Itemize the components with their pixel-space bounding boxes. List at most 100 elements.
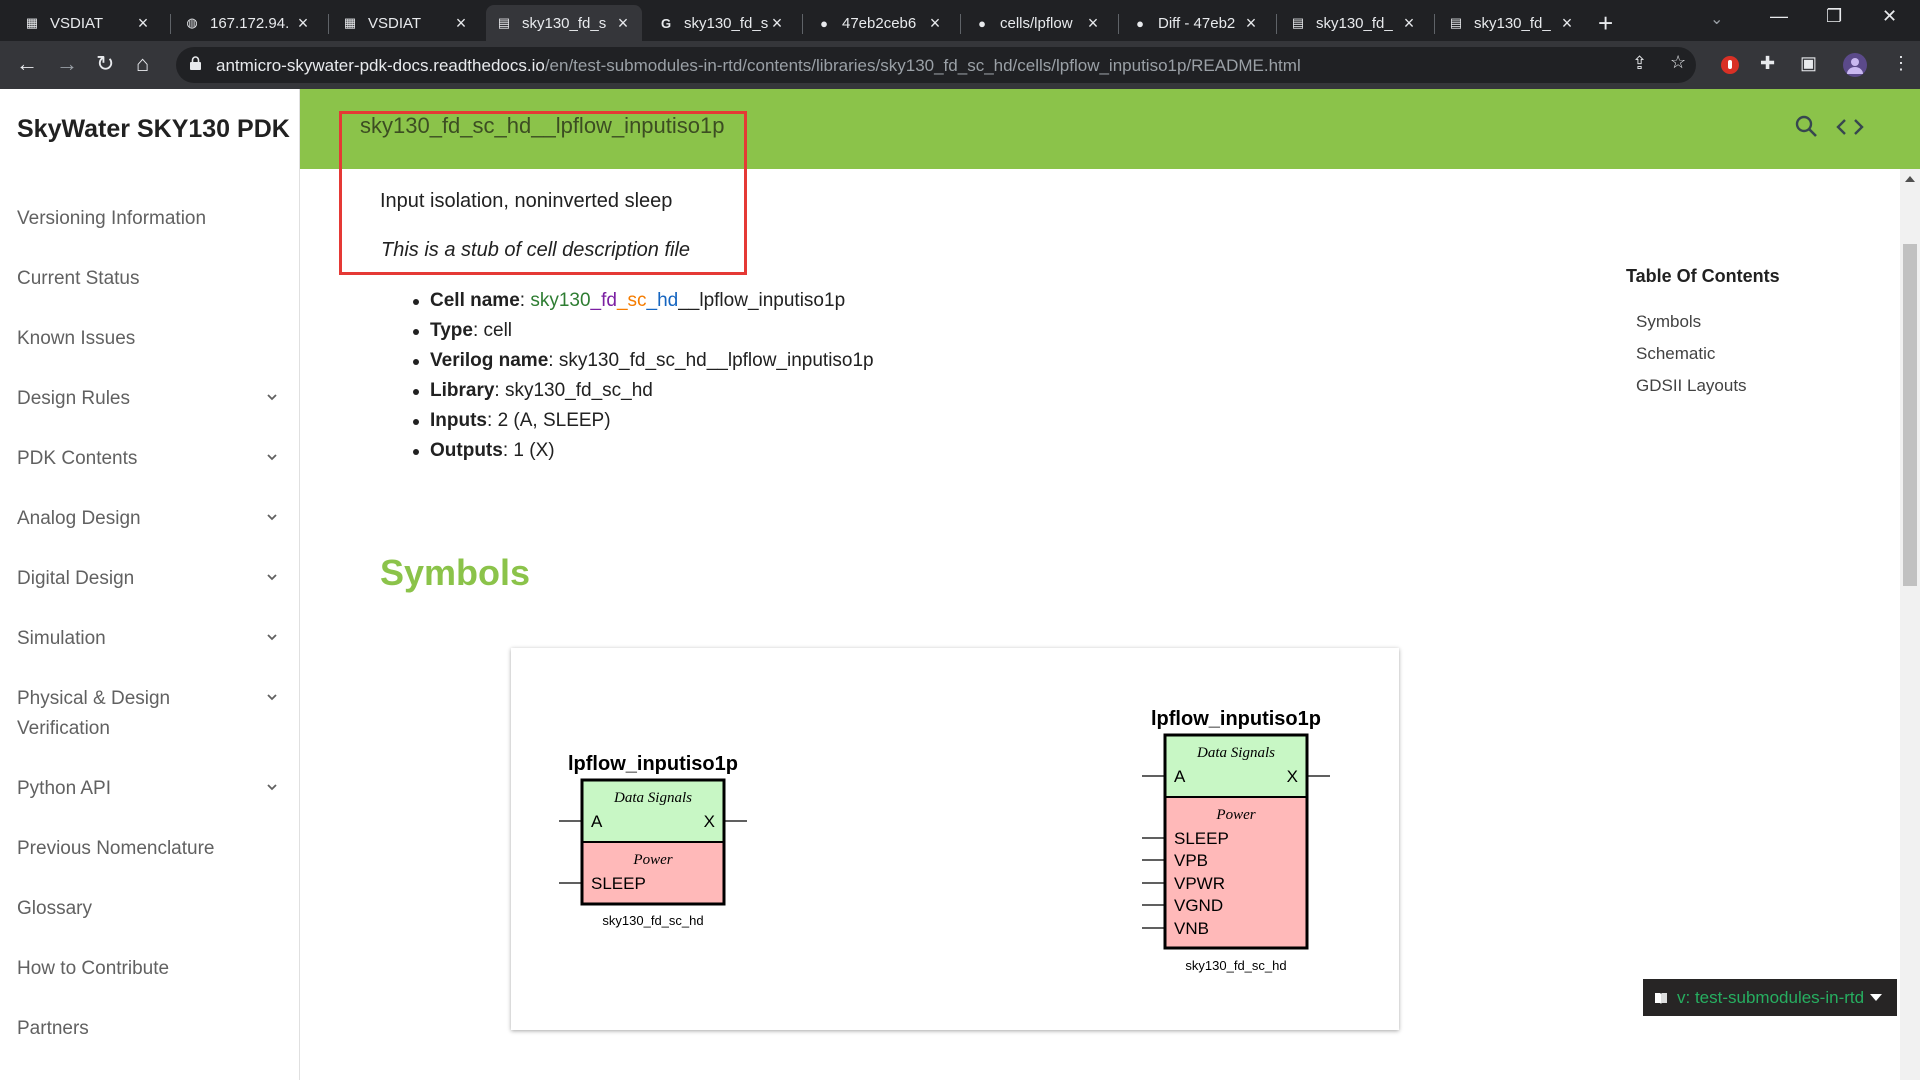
close-tab-icon[interactable]: × — [452, 13, 470, 34]
chevron-down-icon[interactable] — [267, 632, 277, 642]
browser-tab[interactable]: ● 47eb2ceb6 × — [806, 5, 954, 41]
tab-divider — [1118, 14, 1119, 34]
chevron-down-icon[interactable] — [267, 452, 277, 462]
sidebar-item-pdk-contents[interactable]: PDK Contents — [17, 444, 277, 474]
property-value: sky130_fd_sc_hd — [504, 380, 653, 401]
bookmark-star-icon[interactable]: ☆ — [1670, 52, 1686, 73]
sidebar-item-label: Partners — [17, 1018, 89, 1039]
chevron-down-icon[interactable] — [267, 572, 277, 582]
back-arrow-icon[interactable]: ← — [16, 51, 38, 77]
tab-divider — [328, 14, 329, 34]
list-item: Inputs: 2 (A, SLEEP) — [410, 407, 874, 437]
profile-avatar-icon[interactable] — [1842, 52, 1868, 78]
tab-title: 167.172.94. — [210, 14, 290, 32]
close-tab-icon[interactable]: × — [926, 13, 944, 34]
sidebar-item-python-api[interactable]: Python API — [17, 774, 277, 804]
sidebar-item-analog-design[interactable]: Analog Design — [17, 504, 277, 534]
home-icon[interactable]: ⌂ — [136, 51, 149, 77]
chevron-down-icon[interactable] — [267, 692, 277, 702]
close-tab-icon[interactable]: × — [614, 13, 632, 34]
symbols-section-heading: Symbols — [380, 552, 531, 593]
chevron-down-icon[interactable] — [267, 512, 277, 522]
browser-tab[interactable]: ▤ sky130_fd_ × — [1280, 5, 1428, 41]
close-tab-icon[interactable]: × — [1558, 13, 1576, 34]
chevron-down-icon[interactable] — [267, 782, 277, 792]
cell-name-part: _hd — [646, 290, 679, 311]
sidebar-item-label: PDK Contents — [17, 448, 138, 469]
toc-title: Table Of Contents — [1626, 266, 1780, 286]
pin-label-input: A — [591, 812, 603, 831]
close-tab-icon[interactable]: × — [1400, 13, 1418, 34]
tab-title: VSDIAT — [50, 14, 104, 32]
close-tab-icon[interactable]: × — [1084, 13, 1102, 34]
browser-tab-active[interactable]: ▤ sky130_fd_s × — [486, 5, 642, 41]
sidebar-item-physical-verification[interactable]: Physical & Design Verification — [17, 684, 277, 744]
address-bar[interactable]: antmicro-skywater-pdk-docs.readthedocs.i… — [176, 47, 1696, 83]
close-tab-icon[interactable]: × — [134, 13, 152, 34]
list-item: Cell name: sky130_fd_sc_hd__lpflow_input… — [410, 287, 874, 317]
close-tab-icon[interactable]: × — [1242, 13, 1260, 34]
sidebar-item-partners[interactable]: Partners — [17, 1014, 277, 1044]
browser-tab[interactable]: ● cells/lpflow × — [964, 5, 1112, 41]
version-selector[interactable]: v: test-submodules-in-rtd — [1643, 979, 1897, 1016]
github-icon: ● — [820, 15, 828, 31]
cell-symbol-basic: lpflow_inputiso1p Data Signals A X Power… — [559, 753, 747, 928]
restore-window-icon[interactable]: ❐ — [1826, 6, 1842, 27]
search-icon[interactable] — [1794, 114, 1818, 138]
scrollbar-thumb[interactable] — [1903, 244, 1917, 586]
reload-icon[interactable]: ↻ — [96, 51, 114, 77]
close-tab-icon[interactable]: × — [294, 13, 312, 34]
toc-link-gdsii-layouts[interactable]: GDSII Layouts — [1636, 376, 1747, 396]
sidebar-item-previous-nomenclature[interactable]: Previous Nomenclature — [17, 834, 277, 864]
sidebar-item-current-status[interactable]: Current Status — [17, 264, 277, 294]
url-text[interactable]: antmicro-skywater-pdk-docs.readthedocs.i… — [216, 56, 1301, 76]
sidebar-item-design-rules[interactable]: Design Rules — [17, 384, 277, 414]
browser-tab[interactable]: ▤ sky130_fd_ × — [1438, 5, 1586, 41]
tab-search-chevron-icon[interactable]: ⌄ — [1710, 9, 1723, 29]
scroll-up-arrow-icon[interactable] — [1905, 176, 1915, 182]
cell-properties-list: Cell name: sky130_fd_sc_hd__lpflow_input… — [410, 287, 874, 467]
browser-tab[interactable]: ▦ VSDIAT × — [14, 5, 162, 41]
side-panel-icon[interactable]: ▣ — [1800, 53, 1817, 74]
cell-symbol-power-pins: lpflow_inputiso1p Data Signals A X Power… — [1142, 708, 1330, 973]
toc-link-symbols[interactable]: Symbols — [1636, 312, 1701, 332]
tab-title: VSDIAT — [368, 14, 422, 32]
site-title[interactable]: SkyWater SKY130 PDK — [17, 115, 290, 144]
sidebar-item-glossary[interactable]: Glossary — [17, 894, 277, 924]
sidebar-item-label: Current Status — [17, 268, 140, 289]
browser-tab[interactable]: ● Diff - 47eb2 × — [1122, 5, 1270, 41]
share-icon[interactable]: ⇪ — [1632, 53, 1647, 74]
minimize-window-icon[interactable]: — — [1770, 6, 1788, 27]
browser-tab[interactable]: ◍ 167.172.94. × — [174, 5, 322, 41]
extension-shield-icon[interactable] — [1720, 55, 1740, 75]
close-window-icon[interactable]: ✕ — [1882, 6, 1897, 27]
sidebar-item-label: Analog Design — [17, 508, 141, 529]
sidebar-item-how-to-contribute[interactable]: How to Contribute — [17, 954, 277, 984]
url-path: /en/test-submodules-in-rtd/contents/libr… — [544, 56, 1301, 75]
forward-arrow-icon[interactable]: → — [56, 51, 78, 77]
toc-link-schematic[interactable]: Schematic — [1636, 344, 1715, 364]
data-signals-label: Data Signals — [613, 790, 692, 806]
power-label: Power — [632, 852, 672, 868]
property-value: 1 (X) — [513, 440, 555, 461]
property-label: Outputs — [430, 440, 503, 461]
github-icon: ● — [1136, 15, 1144, 31]
browser-tab[interactable]: ▦ VSDIAT × — [332, 5, 480, 41]
sidebar-item-label: How to Contribute — [17, 958, 170, 979]
docs-icon: ▤ — [1449, 15, 1463, 30]
tab-title: cells/lpflow — [1000, 14, 1073, 32]
source-code-icon[interactable] — [1836, 116, 1864, 138]
close-tab-icon[interactable]: × — [768, 13, 786, 34]
stub-note: This is a stub of cell description file — [381, 239, 691, 261]
new-tab-button[interactable]: + — [1598, 8, 1613, 39]
sidebar-item-versioning[interactable]: Versioning Information — [17, 204, 277, 234]
browser-tab[interactable]: G sky130_fd_s × — [648, 5, 796, 41]
sidebar-item-simulation[interactable]: Simulation — [17, 624, 277, 654]
extensions-puzzle-icon[interactable]: ✚ — [1760, 53, 1775, 74]
tab-title: sky130_fd_s — [684, 14, 768, 32]
browser-menu-icon[interactable]: ⋮ — [1892, 53, 1910, 74]
browser-toolbar: ← → ↻ ⌂ antmicro-skywater-pdk-docs.readt… — [0, 41, 1920, 89]
chevron-down-icon[interactable] — [267, 392, 277, 402]
sidebar-item-known-issues[interactable]: Known Issues — [17, 324, 277, 354]
sidebar-item-digital-design[interactable]: Digital Design — [17, 564, 277, 594]
